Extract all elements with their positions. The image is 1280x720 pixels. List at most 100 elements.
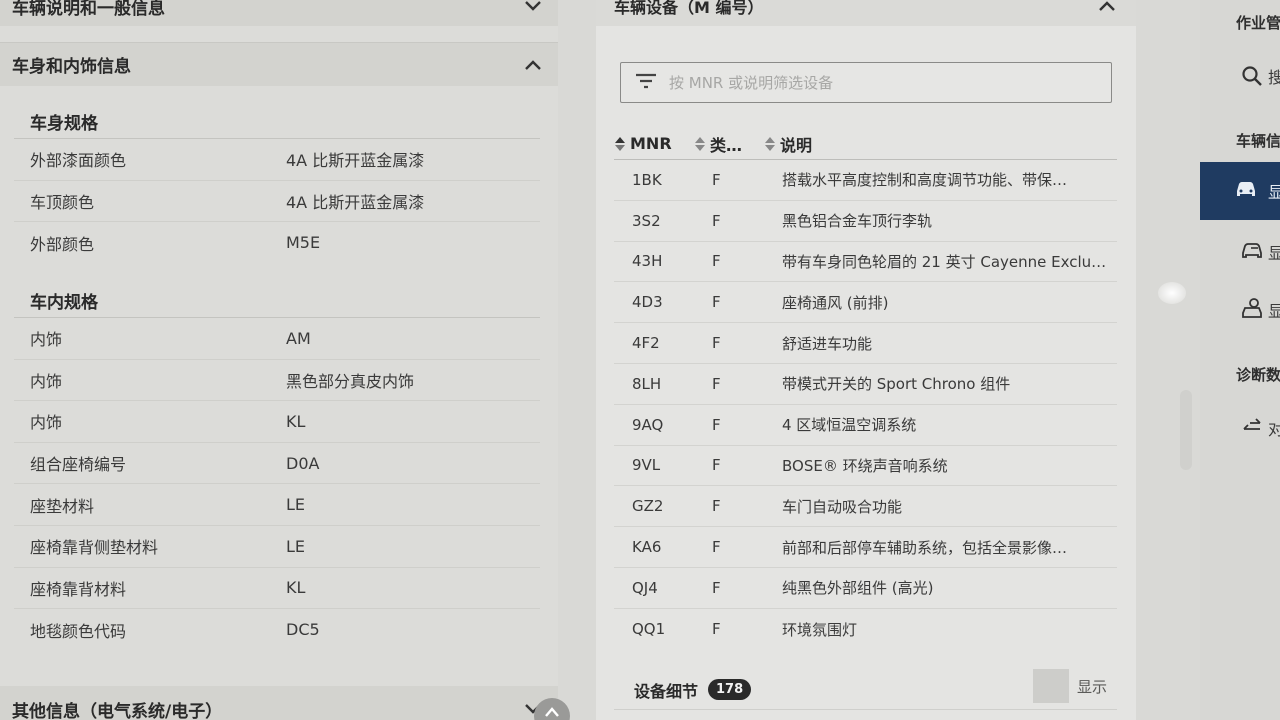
screen-glare xyxy=(1158,282,1186,304)
spec-row: 组合座椅编号 D0A xyxy=(14,443,540,485)
table-row[interactable]: KA6 F 前部和后部停车辅助系统，包括全景影像… xyxy=(614,527,1117,568)
cell-type: F xyxy=(712,374,721,393)
spec-key: 车顶颜色 xyxy=(30,192,95,212)
equipment-filter-input[interactable]: 按 MNR 或说明筛选设备 xyxy=(620,62,1112,103)
nav-label: 显 xyxy=(1268,183,1280,202)
cell-description: 前部和后部停车辅助系统，包括全景影像… xyxy=(782,538,1068,557)
cell-description: 黑色铝合金车顶行李轨 xyxy=(782,212,933,231)
spec-key: 内饰 xyxy=(30,330,63,350)
interior-spec-section: 车内规格 内饰 AM 内饰 黑色部分真皮内饰 内饰 KL 组合座椅编号 D0A … xyxy=(14,284,540,651)
table-row[interactable]: 9VL F BOSE® 环绕声音响系统 xyxy=(614,446,1117,487)
sort-icon xyxy=(764,136,776,152)
column-header-type[interactable]: 类… xyxy=(692,132,764,156)
nav-label[interactable]: 显 xyxy=(1268,240,1280,264)
spec-row: 外部颜色 M5E xyxy=(14,222,540,264)
vehicle-equipment-panel: 车辆设备（M 编号） 按 MNR 或说明筛选设备 MNR 类… 说明 1BK F… xyxy=(596,0,1136,720)
table-row[interactable]: 4F2 F 舒适进车功能 xyxy=(614,323,1117,364)
filter-placeholder: 按 MNR 或说明筛选设备 xyxy=(669,74,834,92)
nav-label[interactable]: 显 xyxy=(1268,298,1280,322)
cell-type: F xyxy=(712,578,721,597)
show-checkbox[interactable] xyxy=(1032,669,1069,703)
cell-type: F xyxy=(712,170,721,189)
spec-key: 地毯颜色代码 xyxy=(30,621,127,641)
sort-icon xyxy=(614,136,626,152)
spec-row: 地毯颜色代码 DC5 xyxy=(14,609,540,651)
cell-description: 车门自动吸合功能 xyxy=(782,497,903,516)
cell-type: F xyxy=(712,211,721,230)
search-icon[interactable] xyxy=(1240,64,1264,88)
spec-key: 座椅靠背侧垫材料 xyxy=(30,538,159,558)
nav-item-vehicle-active[interactable]: 显 xyxy=(1200,162,1280,220)
column-header-mnr[interactable]: MNR xyxy=(614,134,692,153)
table-row[interactable]: 4D3 F 座椅通风 (前排) xyxy=(614,282,1117,324)
table-row[interactable]: 43H F 带有车身同色轮眉的 21 英寸 Cayenne Exclu… xyxy=(614,242,1117,283)
cell-description: 带模式开关的 Sport Chrono 组件 xyxy=(782,375,1011,394)
table-row[interactable]: 8LH F 带模式开关的 Sport Chrono 组件 xyxy=(614,364,1117,405)
accordion-title: 车身和内饰信息 xyxy=(12,57,131,77)
cell-mnr: 9VL xyxy=(632,456,661,475)
table-row[interactable]: 1BK F 搭载水平高度控制和高度调节功能、带保… xyxy=(614,160,1117,201)
equipment-table: MNR 类… 说明 1BK F 搭载水平高度控制和高度调节功能、带保… 3S2 xyxy=(614,128,1117,650)
spec-value: LE xyxy=(286,495,306,515)
chevron-up-icon[interactable] xyxy=(1098,0,1116,16)
spec-value: M5E xyxy=(286,233,321,253)
arrow-up-icon xyxy=(545,707,559,717)
spec-row: 内饰 黑色部分真皮内饰 xyxy=(14,360,540,402)
table-row[interactable]: 9AQ F 4 区域恒温空调系统 xyxy=(614,405,1117,446)
spec-value: LE xyxy=(286,536,306,556)
equipment-detail-bar: 设备细节 178 显示 xyxy=(614,669,1117,710)
accordion-other-info[interactable]: 其他信息（电气系统/电子） xyxy=(0,686,558,720)
cell-type: F xyxy=(712,334,721,353)
panel-title: 车辆设备（M 编号） xyxy=(614,0,764,17)
equipment-accordion-header[interactable]: 车辆设备（M 编号） xyxy=(596,0,1136,26)
cell-mnr: 43H xyxy=(632,252,663,271)
vehicle-info-panel: 车辆说明和一般信息 车身和内饰信息 车身规格 外部漆面颜色 4A 比斯开蓝金属漆… xyxy=(0,0,558,720)
spec-key: 座椅靠背材料 xyxy=(30,579,127,599)
accordion-title: 车辆说明和一般信息 xyxy=(12,0,165,19)
cell-mnr: 3S2 xyxy=(632,211,661,230)
filter-icon xyxy=(635,73,657,93)
car-icon xyxy=(1234,179,1258,203)
cell-type: F xyxy=(712,415,721,434)
cell-mnr: 4F2 xyxy=(632,334,660,353)
show-toggle[interactable]: 显示 xyxy=(1032,669,1117,703)
accordion-body-interior[interactable]: 车身和内饰信息 xyxy=(0,42,558,86)
scrollbar-thumb[interactable] xyxy=(1180,390,1192,470)
body-spec-section: 车身规格 外部漆面颜色 4A 比斯开蓝金属漆 车顶颜色 4A 比斯开蓝金属漆 外… xyxy=(14,105,540,264)
cell-type: F xyxy=(712,293,721,312)
table-row[interactable]: QJ4 F 纯黑色外部组件 (高光) xyxy=(614,568,1117,609)
section-title: 车内规格 xyxy=(14,284,540,318)
spec-value: 黑色部分真皮内饰 xyxy=(286,371,415,391)
column-label: MNR xyxy=(630,134,672,153)
search-label[interactable]: 搜 xyxy=(1268,64,1280,88)
cell-mnr: 1BK xyxy=(632,170,662,189)
table-row[interactable]: QQ1 F 环境氛围灯 xyxy=(614,609,1117,650)
cell-description: 4 区域恒温空调系统 xyxy=(782,416,917,435)
spec-row: 座椅靠背材料 KL xyxy=(14,568,540,610)
table-row[interactable]: GZ2 F 车门自动吸合功能 xyxy=(614,486,1117,528)
cell-mnr: QJ4 xyxy=(632,578,658,597)
car-service-icon[interactable] xyxy=(1240,296,1264,320)
vehicle-info-label: 车辆信 xyxy=(1236,132,1280,150)
cell-description: 舒适进车功能 xyxy=(782,334,873,353)
column-header-description[interactable]: 说明 xyxy=(764,132,1117,156)
scroll-to-top-button[interactable] xyxy=(534,698,570,720)
column-label: 说明 xyxy=(780,135,813,155)
diagnostics-label: 诊断数 xyxy=(1236,366,1280,384)
work-management-label: 作业管 xyxy=(1236,14,1280,32)
table-row[interactable]: 3S2 F 黑色铝合金车顶行李轨 xyxy=(614,201,1117,242)
cell-description: 座椅通风 (前排) xyxy=(782,293,889,312)
chevron-up-icon[interactable] xyxy=(522,54,544,76)
cell-description: BOSE® 环绕声音响系统 xyxy=(782,456,948,475)
accordion-vehicle-description[interactable]: 车辆说明和一般信息 xyxy=(0,0,558,26)
car-speed-icon[interactable] xyxy=(1240,238,1264,262)
column-label: 类… xyxy=(710,135,743,155)
compare-arrows-icon[interactable] xyxy=(1240,414,1264,438)
spec-key: 内饰 xyxy=(30,413,63,433)
cell-description: 搭载水平高度控制和高度调节功能、带保… xyxy=(782,171,1068,190)
compare-label[interactable]: 对 xyxy=(1268,416,1280,440)
cell-type: F xyxy=(712,252,721,271)
cell-description: 带有车身同色轮眉的 21 英寸 Cayenne Exclu… xyxy=(782,252,1107,271)
chevron-down-icon[interactable] xyxy=(522,0,544,17)
spec-row: 内饰 KL xyxy=(14,401,540,443)
